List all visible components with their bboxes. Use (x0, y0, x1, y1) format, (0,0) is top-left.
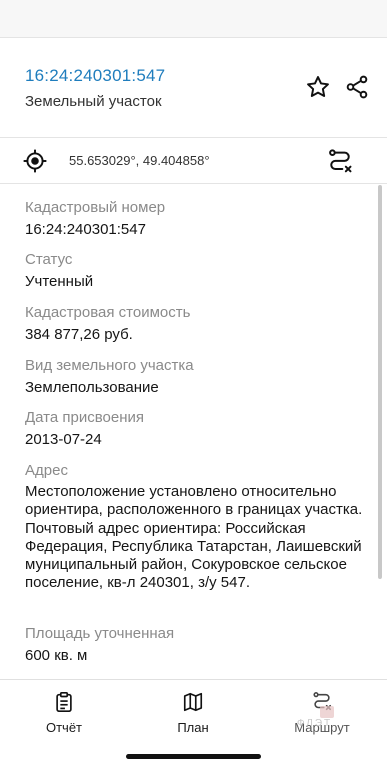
field-cadastral-number: Кадастровый номер 16:24:240301:547 (25, 199, 370, 239)
field-label: Адрес (25, 462, 68, 479)
home-indicator (126, 754, 261, 759)
field-label: Статус (25, 251, 73, 268)
details-scroll-area[interactable]: Кадастровый номер 16:24:240301:547 Стату… (0, 185, 387, 679)
object-type-subtitle: Земельный участок (25, 93, 162, 110)
tab-report[interactable]: Отчёт (19, 690, 109, 735)
crosshair-icon (23, 149, 47, 173)
field-value[interactable]: 2013-07-24 (25, 431, 370, 449)
field-value[interactable]: 600 кв. м (25, 647, 370, 665)
cadastral-number-title[interactable]: 16:24:240301:547 (25, 66, 165, 86)
field-label: Кадастровый номер (25, 199, 166, 216)
tab-label: План (177, 720, 209, 735)
field-address: Адрес Местоположение установлено относит… (25, 462, 370, 593)
field-label: Дата присвоения (25, 409, 144, 426)
clipboard-icon (56, 692, 72, 712)
field-value[interactable]: 16:24:240301:547 (25, 221, 370, 239)
coordinates-text[interactable]: 55.653029°, 49.404858° (69, 153, 210, 168)
field-status: Статус Учтенный (25, 251, 370, 291)
watermark-badge (320, 706, 334, 718)
field-label: Кадастровая стоимость (25, 304, 191, 321)
route-icon (329, 149, 352, 173)
route-button[interactable] (323, 145, 357, 179)
tab-plan[interactable]: План (148, 690, 238, 735)
coordinates-row: 55.653029°, 49.404858° (0, 138, 387, 184)
field-land-type: Вид земельного участка Землепользование (25, 357, 370, 397)
field-label: Вид земельного участка (25, 357, 194, 374)
field-area: Площадь уточненная 600 кв. м (25, 625, 370, 665)
object-header: 16:24:240301:547 Земельный участок (0, 38, 387, 138)
field-value[interactable]: Учтенный (25, 273, 370, 291)
watermark-text: ФЛЭТ (297, 718, 333, 729)
map-icon (183, 692, 203, 712)
share-icon (346, 75, 368, 99)
tab-label: Отчёт (45, 720, 83, 735)
status-bar-area (0, 0, 387, 38)
field-value[interactable]: Землепользование (25, 379, 370, 397)
favorite-button[interactable] (303, 72, 333, 102)
field-value[interactable]: 384 877,26 руб. (25, 326, 370, 344)
field-value[interactable]: Местоположение установлено относительно … (25, 483, 370, 593)
share-button[interactable] (342, 72, 372, 102)
field-cadastral-value: Кадастровая стоимость 384 877,26 руб. (25, 304, 370, 344)
scrollbar[interactable] (378, 185, 382, 579)
star-icon (307, 76, 329, 97)
locate-button[interactable] (20, 146, 50, 176)
field-assignment-date: Дата присвоения 2013-07-24 (25, 409, 370, 449)
field-label: Площадь уточненная (25, 625, 175, 642)
